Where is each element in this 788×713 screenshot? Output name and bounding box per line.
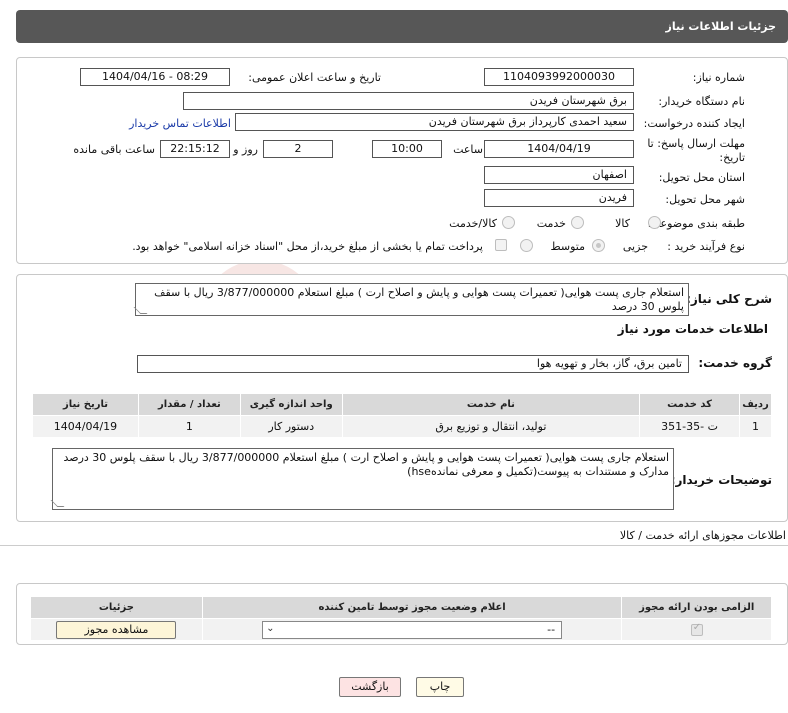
process-type-label: نوع فرآیند خرید : bbox=[667, 240, 745, 253]
cell-need-date: 1404/04/19 bbox=[32, 415, 139, 438]
summary-textarea[interactable]: استعلام جاری پست هوایی( تعمیرات پست هوای… bbox=[135, 283, 689, 316]
col-service-name: نام خدمت bbox=[341, 393, 641, 416]
chevron-down-icon: ⌄ bbox=[266, 622, 275, 634]
col-permit-required: الزامی بودن ارائه مجوز bbox=[621, 596, 772, 619]
buyer-notes-label: توضیحات خریدار: bbox=[670, 473, 772, 487]
permit-status-select[interactable]: ⌄ -- bbox=[262, 620, 563, 639]
service-group-field[interactable]: تامین برق، گاز، بخار و تهویه هوا bbox=[137, 355, 689, 373]
cell-row: 1 bbox=[739, 415, 772, 438]
permit-required-checkbox: ✓ bbox=[690, 622, 703, 636]
cell-service-name: تولید، انتقال و توزیع برق bbox=[341, 415, 641, 438]
category-radio-goods-service[interactable] bbox=[502, 216, 515, 229]
cell-quantity: 1 bbox=[137, 415, 241, 438]
category-option-service: خدمت bbox=[536, 217, 566, 230]
col-unit: واحد اندازه گیری bbox=[239, 393, 343, 416]
process-radio-medium[interactable] bbox=[520, 239, 533, 252]
permits-table: الزامی بودن ارائه مجوز اعلام وضعیت مجوز … bbox=[30, 596, 772, 641]
col-need-date: تاریخ نیاز bbox=[32, 393, 139, 416]
col-row: ردیف bbox=[739, 393, 772, 416]
process-option-minor: جزیی bbox=[622, 240, 648, 253]
days-field[interactable]: 2 bbox=[263, 140, 333, 158]
page-title: جزئیات اطلاعات نیاز bbox=[16, 10, 788, 43]
days-label: روز و bbox=[233, 143, 258, 156]
permits-heading: اطلاعات مجوزهای ارائه خدمت / کالا bbox=[619, 529, 786, 542]
print-button[interactable]: چاپ bbox=[416, 677, 464, 697]
request-creator-label: ایجاد کننده درخواست: bbox=[643, 117, 745, 130]
deadline-date-field[interactable]: 1404/04/19 bbox=[484, 140, 634, 158]
category-radio-goods[interactable] bbox=[648, 216, 661, 229]
deadline-label-2: تاریخ: bbox=[719, 151, 745, 164]
remaining-time-label: ساعت باقی مانده bbox=[73, 143, 155, 156]
service-table: ردیف کد خدمت نام خدمت واحد اندازه گیری ت… bbox=[32, 393, 772, 438]
table-row: 1 ت -35-351 تولید، انتقال و توزیع برق دس… bbox=[32, 415, 772, 438]
announce-date-label: تاریخ و ساعت اعلان عمومی: bbox=[248, 71, 381, 84]
service-group-label: گروه خدمت: bbox=[698, 356, 772, 370]
cell-permit-required: ✓ bbox=[621, 618, 772, 641]
buyer-notes-textarea[interactable]: استعلام جاری پست هوایی( تعمیرات پست هوای… bbox=[52, 448, 674, 510]
announce-date-field[interactable]: 1404/04/16 - 08:29 bbox=[80, 68, 230, 86]
city-field[interactable]: فریدن bbox=[484, 189, 634, 207]
col-quantity: تعداد / مقدار bbox=[137, 393, 241, 416]
process-radio-minor[interactable] bbox=[592, 239, 605, 252]
cell-permit-details: مشاهده مجوز bbox=[30, 618, 203, 641]
treasury-note: پرداخت تمام یا بخشی از مبلغ خرید،از محل … bbox=[132, 240, 483, 253]
need-number-label: شماره نیاز: bbox=[692, 71, 745, 84]
table-row: ✓ ⌄ -- مشاهده مجوز bbox=[30, 618, 772, 641]
deadline-label-1: مهلت ارسال پاسخ: تا bbox=[647, 137, 745, 150]
buyer-name-label: نام دستگاه خریدار: bbox=[658, 95, 745, 108]
view-permit-button[interactable]: مشاهده مجوز bbox=[56, 620, 177, 639]
treasury-checkbox[interactable] bbox=[495, 239, 507, 251]
deadline-time-field[interactable]: 10:00 bbox=[372, 140, 442, 158]
category-label: طبقه بندی موضوعی: bbox=[647, 217, 745, 230]
col-service-code: کد خدمت bbox=[639, 393, 741, 416]
back-button[interactable]: بازگشت bbox=[339, 677, 401, 697]
col-permit-details: جزئیات bbox=[30, 596, 203, 619]
permit-status-value: -- bbox=[547, 622, 556, 636]
cell-permit-status: ⌄ -- bbox=[201, 618, 623, 641]
process-option-medium: متوسط bbox=[550, 240, 585, 253]
category-radio-service[interactable] bbox=[571, 216, 584, 229]
need-info-panel bbox=[16, 57, 788, 264]
request-creator-field[interactable]: سعید احمدی کارپرداز برق شهرستان فریدن bbox=[235, 113, 634, 131]
buyer-name-field[interactable]: برق شهرستان فریدن bbox=[183, 92, 634, 110]
col-permit-status: اعلام وضعیت مجوز توسط تامین کننده bbox=[201, 596, 623, 619]
category-option-goods-service: کالا/خدمت bbox=[449, 217, 497, 230]
city-label: شهر محل تحویل: bbox=[665, 193, 745, 206]
summary-label: شرح کلی نیاز: bbox=[686, 292, 772, 306]
deadline-time-label: ساعت bbox=[453, 143, 483, 156]
province-label: استان محل تحویل: bbox=[658, 171, 745, 184]
cell-service-code: ت -35-351 bbox=[639, 415, 741, 438]
remaining-time-field[interactable]: 22:15:12 bbox=[160, 140, 230, 158]
permits-divider bbox=[0, 545, 788, 546]
services-heading: اطلاعات خدمات مورد نیاز bbox=[617, 322, 768, 336]
category-option-goods: کالا bbox=[615, 217, 630, 230]
buyer-contact-link[interactable]: اطلاعات تماس خریدار bbox=[129, 117, 231, 130]
province-field[interactable]: اصفهان bbox=[484, 166, 634, 184]
need-number-field[interactable]: 1104093992000030 bbox=[484, 68, 634, 86]
cell-unit: دستور کار bbox=[239, 415, 343, 438]
